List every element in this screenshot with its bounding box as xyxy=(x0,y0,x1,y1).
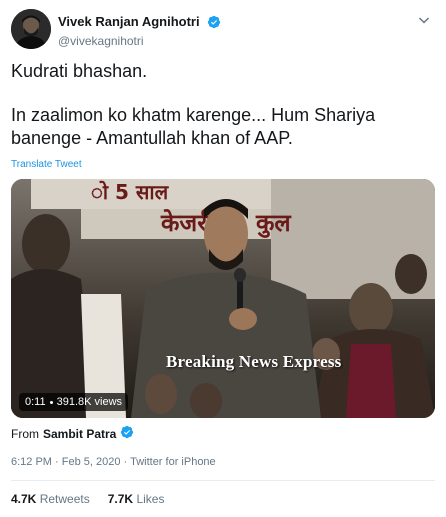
translate-tweet-link[interactable]: Translate Tweet xyxy=(11,159,82,170)
source-name[interactable]: Sambit Patra xyxy=(43,427,116,441)
meta-separator: · xyxy=(55,456,59,468)
tweet-header: Vivek Ranjan Agnihotri @vivekagnihotri xyxy=(11,9,435,49)
video-player[interactable]: ो 5 साल केजरी कुल Breaking News Express … xyxy=(11,179,435,418)
from-label: From xyxy=(11,426,39,441)
tweet-meta: 6:12 PM · Feb 5, 2020 · Twitter for iPho… xyxy=(11,456,216,468)
tweet-text-line-1: Kudrati bhashan. xyxy=(11,61,148,81)
retweets-label: Retweets xyxy=(39,492,90,506)
tweet-text: Kudrati bhashan. In zaalimon ko khatm ka… xyxy=(11,60,435,150)
tweet-client[interactable]: Twitter for iPhone xyxy=(130,456,216,468)
video-stats-overlay: 0:11 391.8K views xyxy=(19,393,129,411)
verified-badge-icon xyxy=(207,15,221,29)
tweet-date[interactable]: Feb 5, 2020 xyxy=(62,456,121,468)
video-views: 391.8K views xyxy=(56,396,123,408)
engagement-stats: 4.7K Retweets 7.7K Likes xyxy=(11,492,164,506)
tweet-time[interactable]: 6:12 PM xyxy=(11,456,52,468)
retweets-count: 4.7K xyxy=(11,492,37,506)
divider xyxy=(11,480,435,481)
tweet-text-line-2: In zaalimon ko khatm karenge... Hum Shar… xyxy=(11,105,376,148)
banner-text-1: ो 5 साल xyxy=(91,180,170,204)
likes-label: Likes xyxy=(136,492,165,506)
verified-badge-icon xyxy=(120,425,134,442)
video-watermark: Breaking News Express xyxy=(166,352,342,371)
video-duration: 0:11 xyxy=(25,396,46,408)
meta-separator: · xyxy=(123,456,128,468)
video-source: From Sambit Patra xyxy=(11,425,134,442)
dot-separator-icon xyxy=(49,400,53,404)
avatar[interactable] xyxy=(11,9,51,49)
chevron-down-icon[interactable] xyxy=(417,13,431,27)
retweets-stat[interactable]: 4.7K Retweets xyxy=(11,492,90,506)
likes-count: 7.7K xyxy=(107,492,134,506)
likes-stat[interactable]: 7.7K Likes xyxy=(108,492,165,506)
author-display-name[interactable]: Vivek Ranjan Agnihotri xyxy=(58,14,200,29)
banner-text-3: कुल xyxy=(255,209,292,238)
author-handle[interactable]: @vivekagnihotri xyxy=(58,34,221,48)
video-frame: ो 5 साल केजरी कुल xyxy=(11,179,435,418)
